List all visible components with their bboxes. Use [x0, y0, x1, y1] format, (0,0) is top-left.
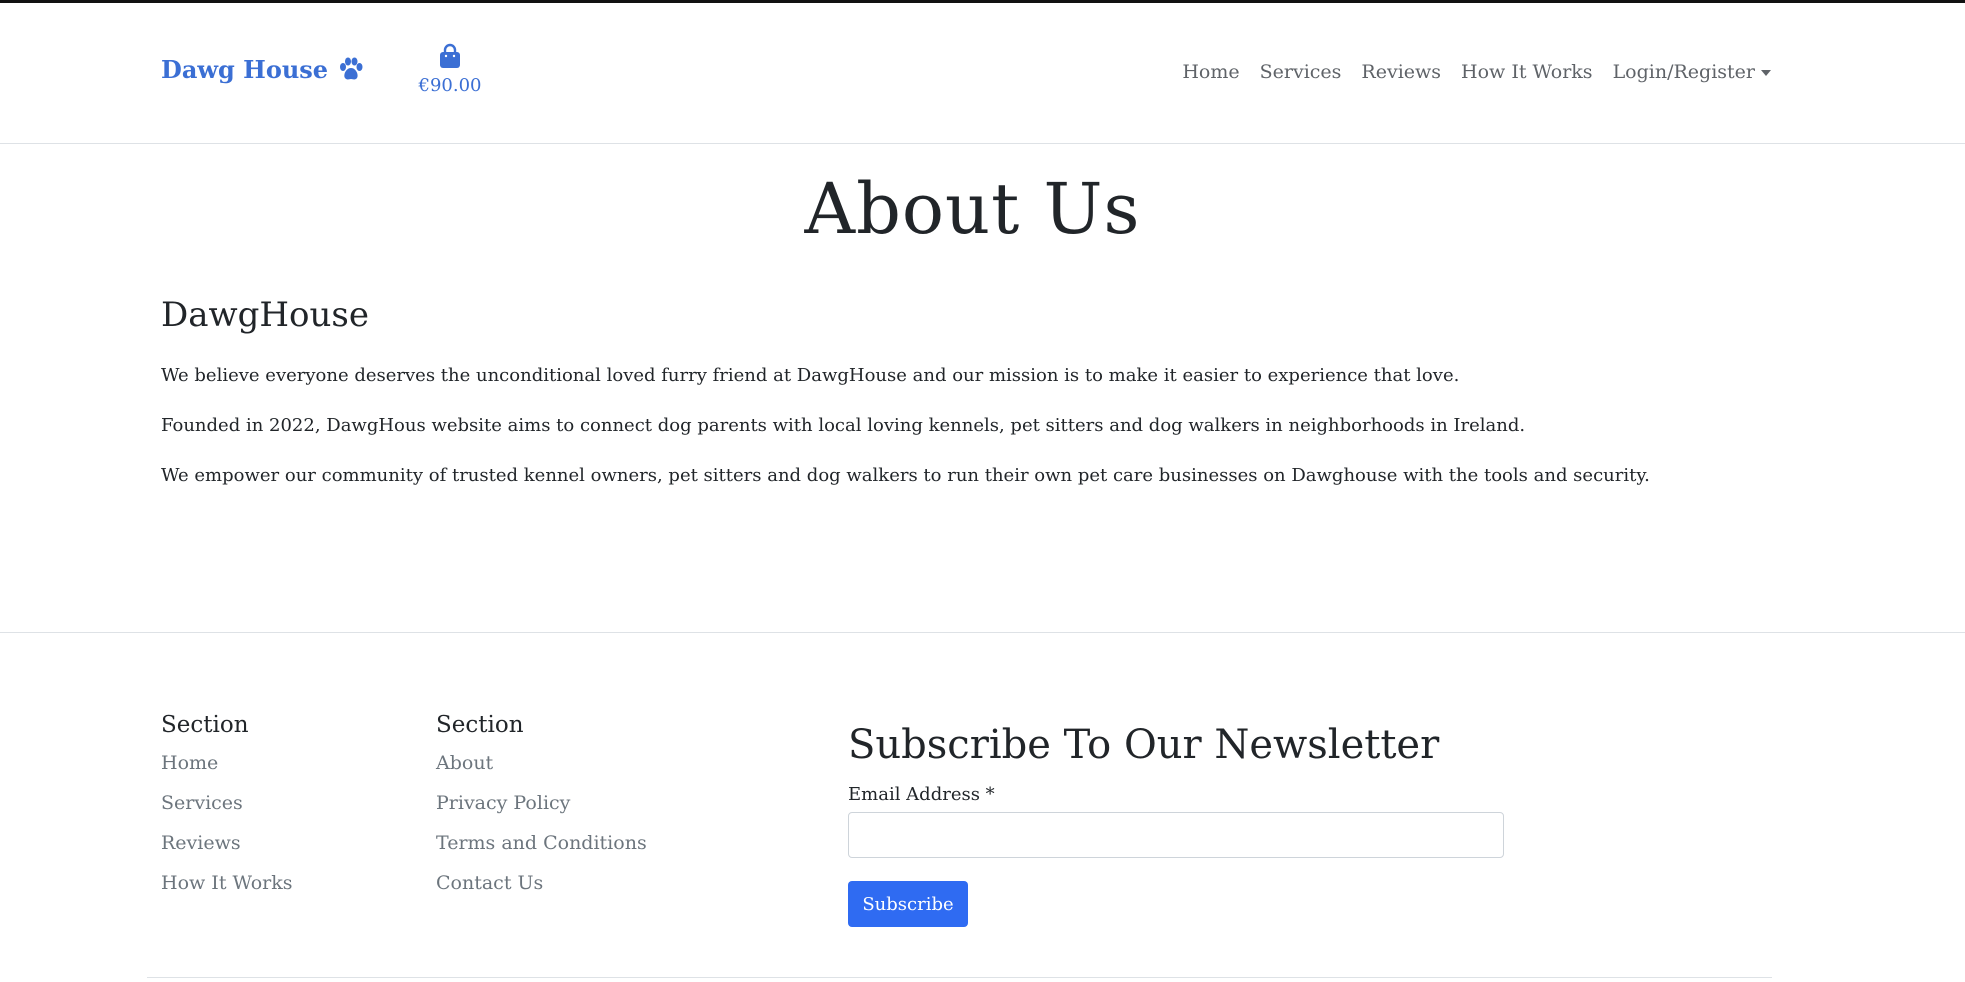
about-paragraph: Founded in 2022, DawgHous website aims t…: [161, 415, 1526, 436]
nav-reviews[interactable]: Reviews: [1361, 61, 1441, 83]
about-paragraph: We believe everyone deserves the uncondi…: [161, 365, 1460, 386]
nav-home[interactable]: Home: [1182, 61, 1239, 83]
cart-link[interactable]: €90.00: [418, 43, 482, 96]
paw-icon: [340, 57, 363, 79]
nav-services[interactable]: Services: [1260, 61, 1342, 83]
footer-link-services[interactable]: Services: [161, 792, 243, 814]
nav-how-it-works[interactable]: How It Works: [1461, 61, 1593, 83]
footer-link-about[interactable]: About: [436, 752, 493, 774]
main-nav: Home Services Reviews How It Works Login…: [1182, 61, 1771, 83]
brand-name: Dawg House: [161, 55, 329, 84]
footer-links-primary: Home Services Reviews How It Works: [161, 752, 293, 912]
footer-divider: [0, 632, 1965, 633]
footer-link-how-it-works[interactable]: How It Works: [161, 872, 293, 894]
page-title: About Us: [804, 168, 1141, 250]
email-field[interactable]: [848, 812, 1504, 858]
newsletter-title: Subscribe To Our Newsletter: [848, 722, 1440, 768]
email-label: Email Address *: [848, 784, 995, 805]
caret-down-icon: [1761, 70, 1771, 76]
section-subtitle: DawgHouse: [161, 295, 369, 335]
about-paragraph: We empower our community of trusted kenn…: [161, 465, 1650, 486]
footer-link-terms[interactable]: Terms and Conditions: [436, 832, 647, 854]
footer-links-secondary: About Privacy Policy Terms and Condition…: [436, 752, 647, 912]
footer-link-home[interactable]: Home: [161, 752, 218, 774]
footer-link-privacy-policy[interactable]: Privacy Policy: [436, 792, 570, 814]
cart-total: €90.00: [418, 75, 482, 96]
nav-login-register-label: Login/Register: [1612, 61, 1755, 83]
nav-login-register-dropdown[interactable]: Login/Register: [1613, 61, 1771, 83]
footer-link-reviews[interactable]: Reviews: [161, 832, 241, 854]
site-header: Dawg House €90.00 Home Services Reviews …: [0, 3, 1965, 144]
footer-column-title: Section: [161, 712, 249, 738]
subscribe-button[interactable]: Subscribe: [848, 881, 968, 927]
footer-bottom-divider: [147, 977, 1772, 978]
brand-link[interactable]: Dawg House: [161, 55, 364, 84]
footer-link-contact[interactable]: Contact Us: [436, 872, 543, 894]
shopping-bag-icon: [440, 43, 460, 68]
footer-column-title: Section: [436, 712, 524, 738]
